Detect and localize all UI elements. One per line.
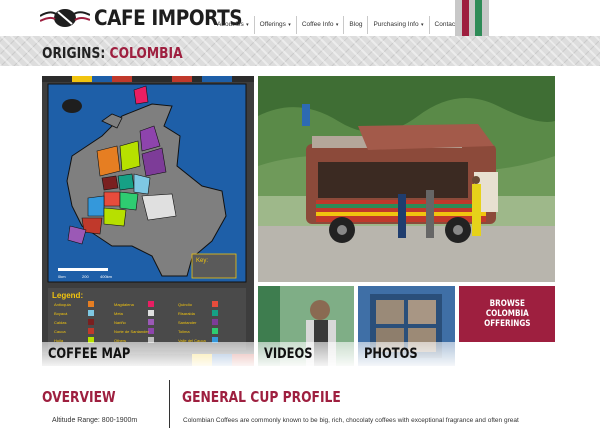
colombia-map-image: Key: 0km 200 400km Legend: Antioquia Boya… [42, 76, 254, 366]
nav-purchasing-info[interactable]: Purchasing Info ▾ [367, 16, 428, 34]
overview-heading: OVERVIEW [42, 388, 116, 406]
coffee-map-tile[interactable]: Key: 0km 200 400km Legend: Antioquia Boya… [42, 76, 254, 366]
videos-caption: VIDEOS [264, 346, 313, 362]
main-nav: About Us ▾ Offerings ▾ Coffee Info ▾ Blo… [212, 16, 472, 34]
legend-swatch [148, 319, 154, 325]
legend-label: Boyacá [54, 311, 68, 316]
legend-swatch [148, 310, 154, 316]
section-divider [169, 380, 170, 428]
chevron-down-icon: ▾ [286, 22, 291, 28]
nav-blog-label: Blog [349, 21, 363, 28]
flag-stripe [455, 0, 462, 36]
legend-swatch [148, 301, 154, 307]
legend-swatch [88, 310, 94, 316]
origin-flag-stripes [455, 0, 489, 36]
nav-about-us-label: About Us [217, 21, 244, 28]
legend-label: Caldas [54, 320, 66, 325]
nav-blog[interactable]: Blog [343, 16, 367, 34]
map-legend-title: Legend: [52, 291, 83, 300]
legend-label: Magdalena [114, 302, 135, 307]
nav-offerings-label: Offerings [259, 21, 286, 28]
legend-swatch [212, 319, 218, 325]
nav-about-us[interactable]: About Us ▾ [212, 16, 254, 34]
chevron-down-icon: ▾ [244, 22, 249, 28]
featured-photo-chiva-bus [258, 76, 555, 282]
photos-tile[interactable]: PHOTOS [358, 286, 455, 366]
videos-tile[interactable]: VIDEOS [258, 286, 354, 366]
photos-caption: PHOTOS [364, 346, 418, 362]
altitude-range: Altitude Range: 800-1900m [52, 417, 138, 424]
legend-swatch [88, 328, 94, 334]
map-key-title: Key: [196, 258, 208, 264]
nav-coffee-info-label: Coffee Info [301, 21, 334, 28]
cup-profile-description: Colombian Coffees are commonly known to … [183, 417, 519, 424]
legend-label: Antioquia [54, 302, 71, 307]
cup-profile-heading: GENERAL CUP PROFILE [182, 388, 341, 406]
nav-purchasing-info-label: Purchasing Info [373, 21, 419, 28]
legend-swatch [88, 319, 94, 325]
coffee-map-caption: COFFEE MAP [48, 346, 131, 362]
page-title: ORIGINS: COLOMBIA [42, 44, 183, 62]
flag-stripe [482, 0, 489, 36]
flag-stripe [461, 0, 469, 36]
chevron-down-icon: ▾ [419, 22, 424, 28]
site-header: CAFE IMPORTS About Us ▾ Offerings ▾ Coff… [0, 0, 600, 36]
map-scale-label: 400km [100, 274, 113, 279]
legend-label: Quindío [178, 302, 193, 307]
legend-swatch [212, 301, 218, 307]
chiva-bus-photo [258, 76, 555, 282]
legend-swatch [212, 328, 218, 334]
browse-button-label: BROWSE COLOMBIA OFFERINGS [483, 299, 531, 329]
map-scale-label: 0km [58, 274, 66, 279]
nav-offerings[interactable]: Offerings ▾ [253, 16, 296, 34]
legend-label: Nariño [114, 320, 127, 325]
legend-label: Tolima [178, 329, 190, 334]
coffee-bean-logo-icon [40, 9, 90, 27]
flag-stripe [475, 0, 483, 36]
legend-label: Norte de Santander [114, 329, 150, 334]
nav-coffee-info[interactable]: Coffee Info ▾ [295, 16, 344, 34]
flag-stripe [468, 0, 476, 36]
browse-colombia-offerings-button[interactable]: BROWSE COLOMBIA OFFERINGS [459, 286, 555, 342]
legend-label: Cauca [54, 329, 66, 334]
legend-label: Santander [178, 320, 197, 325]
legend-swatch [88, 301, 94, 307]
legend-label: Risaralda [178, 311, 196, 316]
legend-swatch [212, 310, 218, 316]
chevron-down-icon: ▾ [334, 22, 339, 28]
origin-label: ORIGINS: [42, 44, 106, 62]
map-scale-label: 200 [82, 274, 89, 279]
origin-country: COLOMBIA [109, 44, 183, 62]
legend-label: Meta [114, 311, 124, 316]
